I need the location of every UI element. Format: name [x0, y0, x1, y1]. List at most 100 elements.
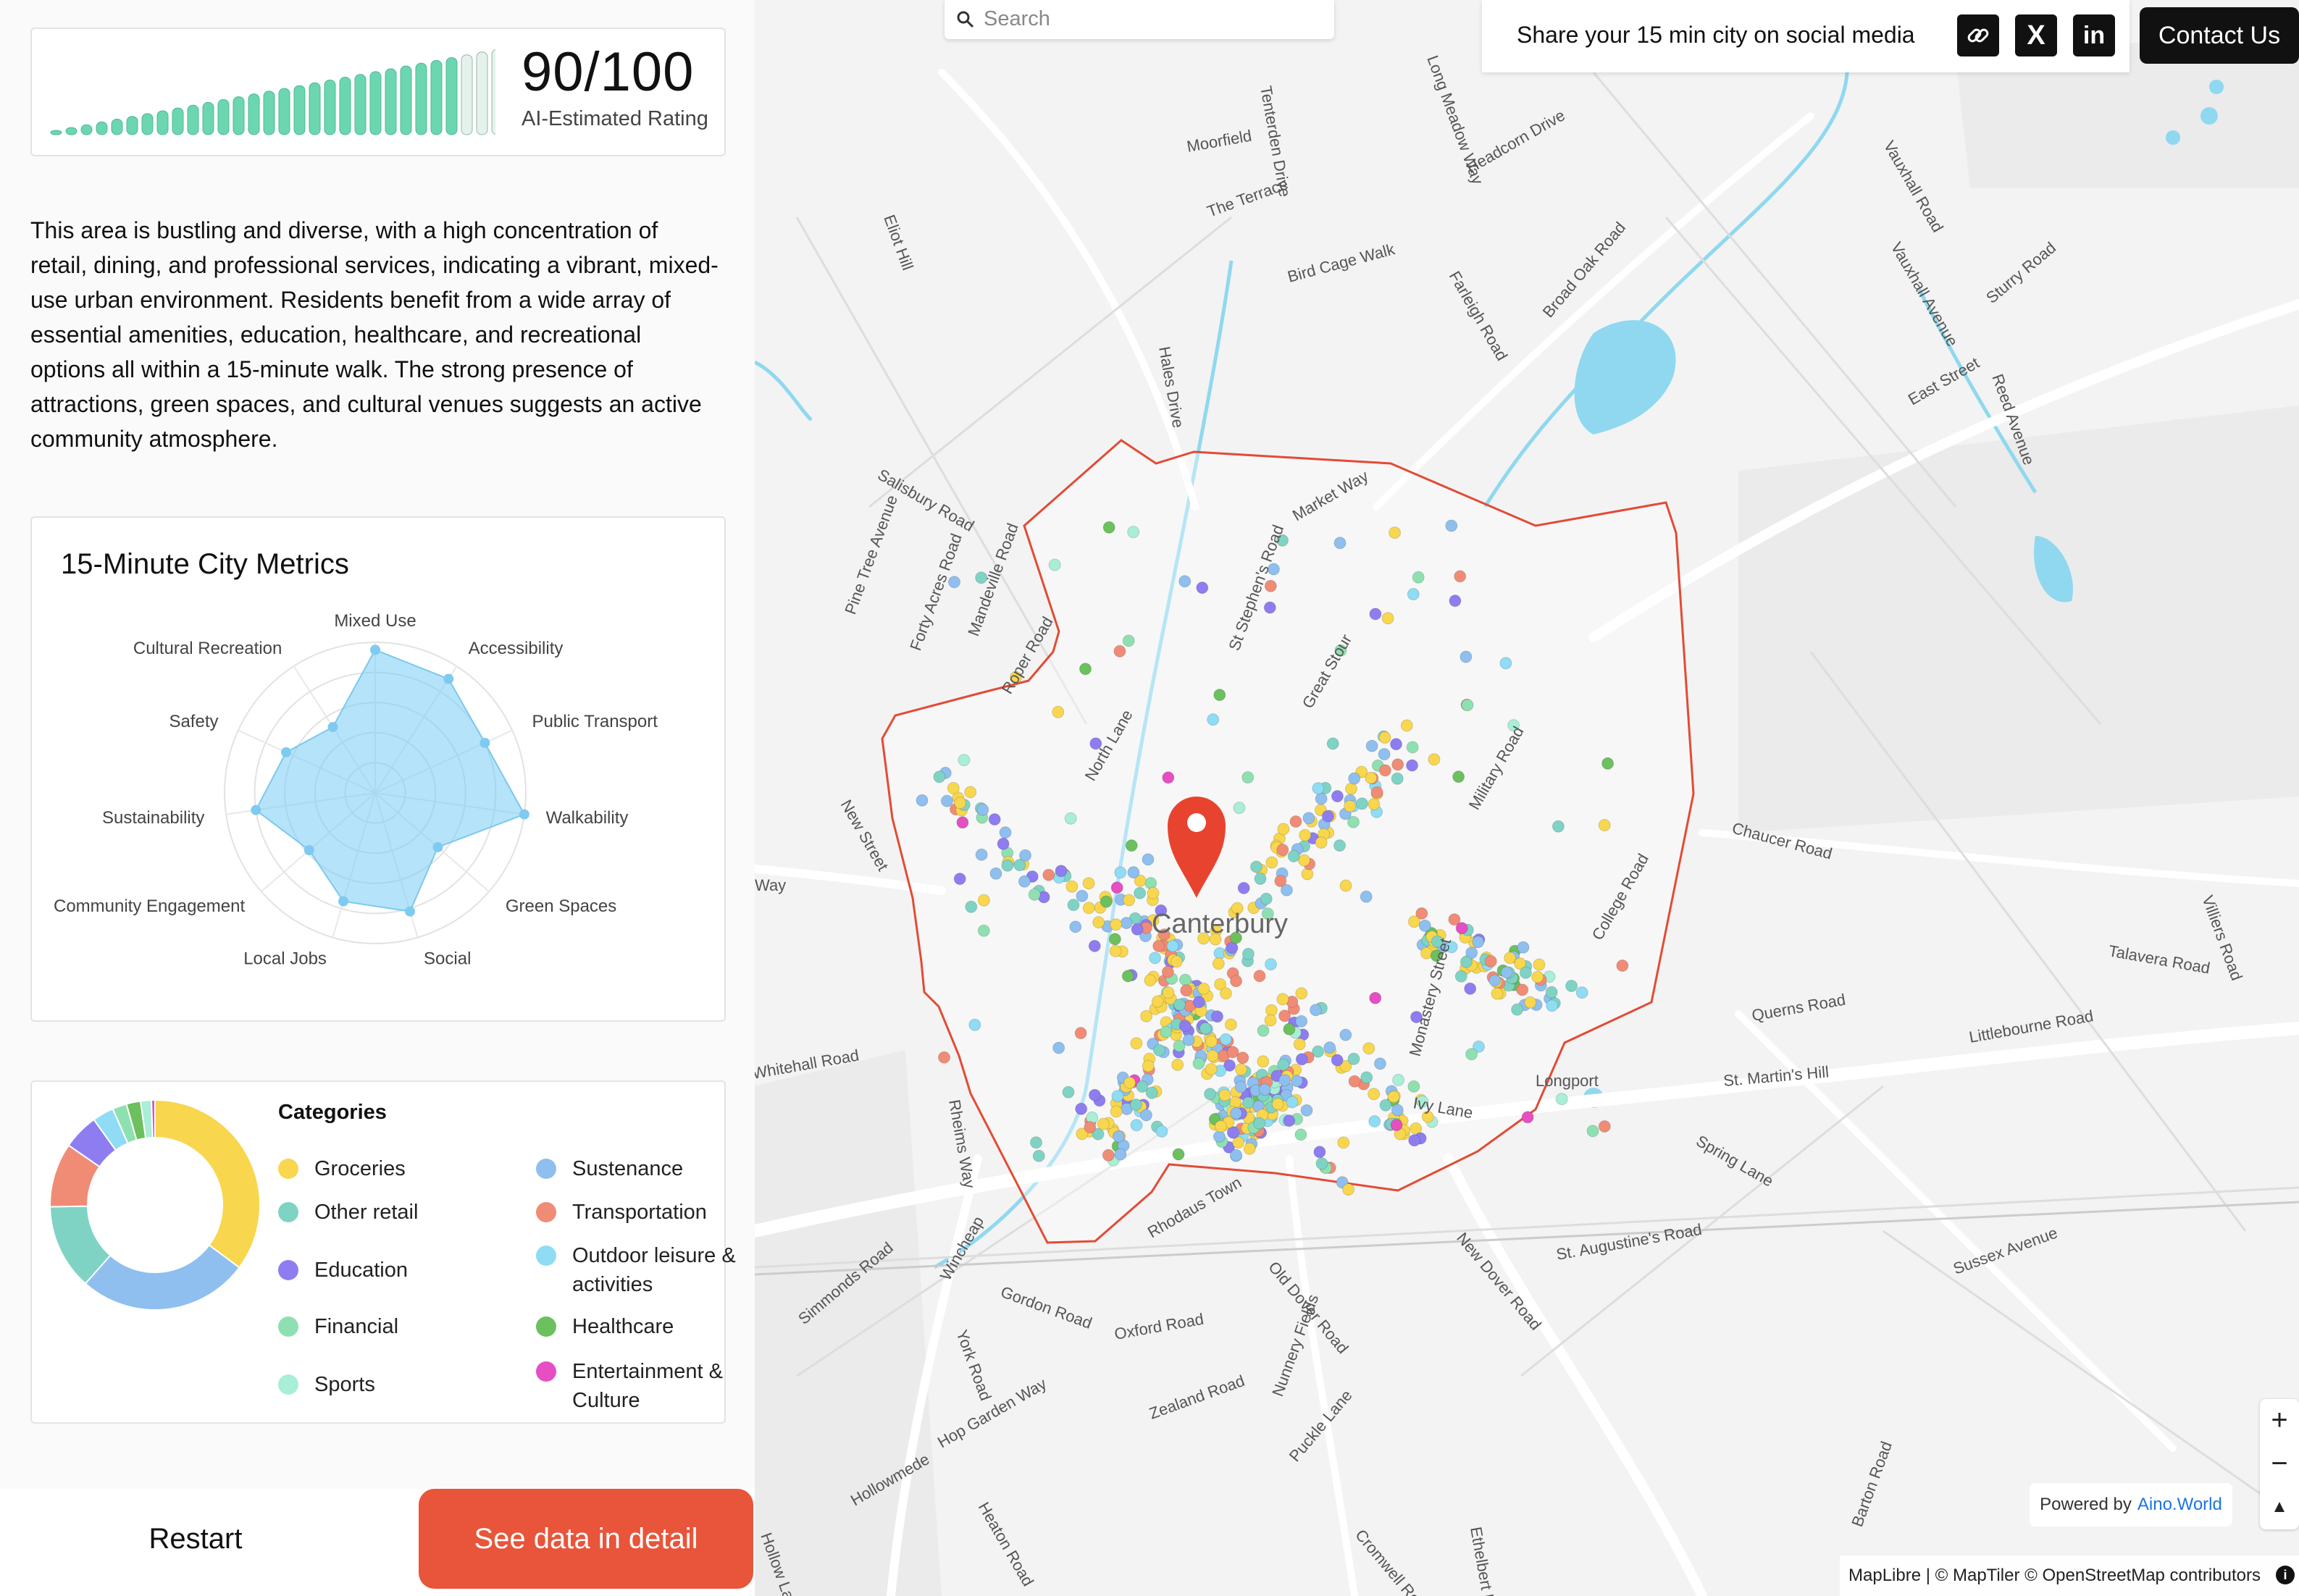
poi-marker[interactable]: [1531, 970, 1544, 983]
poi-marker[interactable]: [1449, 595, 1462, 608]
poi-marker[interactable]: [1373, 1057, 1386, 1070]
poi-marker[interactable]: [1360, 1071, 1373, 1084]
poi-marker[interactable]: [1196, 581, 1209, 595]
poi-marker[interactable]: [988, 813, 1001, 826]
poi-marker[interactable]: [1390, 1119, 1403, 1132]
poi-marker[interactable]: [1253, 970, 1266, 983]
poi-marker[interactable]: [1129, 1099, 1142, 1111]
poi-marker[interactable]: [1127, 526, 1140, 539]
poi-marker[interactable]: [1205, 1035, 1218, 1048]
poi-marker[interactable]: [1551, 820, 1565, 833]
restart-button[interactable]: Restart: [0, 1489, 391, 1589]
poi-marker[interactable]: [1293, 1038, 1306, 1051]
poi-marker[interactable]: [1076, 889, 1089, 902]
poi-marker[interactable]: [1598, 1120, 1611, 1133]
poi-marker[interactable]: [1315, 1157, 1328, 1170]
poi-marker[interactable]: [1391, 758, 1404, 771]
share-x-button[interactable]: X: [2015, 14, 2057, 56]
poi-marker[interactable]: [1237, 881, 1250, 894]
poi-marker[interactable]: [1074, 1027, 1087, 1040]
poi-marker[interactable]: [1369, 608, 1382, 621]
poi-marker[interactable]: [1235, 1063, 1247, 1076]
poi-marker[interactable]: [1131, 923, 1144, 936]
poi-marker[interactable]: [1230, 975, 1242, 988]
poi-marker[interactable]: [1079, 663, 1092, 676]
poi-marker[interactable]: [1347, 1052, 1360, 1065]
poi-marker[interactable]: [1206, 1049, 1219, 1062]
poi-marker[interactable]: [956, 816, 969, 829]
poi-marker[interactable]: [1337, 1136, 1350, 1149]
poi-marker[interactable]: [1500, 966, 1513, 979]
poi-marker[interactable]: [1100, 895, 1113, 908]
poi-marker[interactable]: [1331, 1054, 1344, 1067]
poi-marker[interactable]: [1390, 738, 1402, 751]
poi-marker[interactable]: [1162, 986, 1175, 999]
poi-marker[interactable]: [1271, 1098, 1284, 1111]
poi-marker[interactable]: [1122, 634, 1135, 647]
poi-marker[interactable]: [1166, 939, 1179, 952]
poi-marker[interactable]: [1180, 984, 1193, 997]
poi-marker[interactable]: [965, 900, 978, 913]
compass-button[interactable]: ▲: [2260, 1486, 2299, 1528]
poi-marker[interactable]: [1241, 947, 1255, 960]
poi-marker[interactable]: [1241, 771, 1255, 784]
powered-by-link[interactable]: Aino.World: [2137, 1495, 2222, 1515]
poi-marker[interactable]: [1199, 1022, 1212, 1035]
poi-marker[interactable]: [1339, 1028, 1352, 1041]
poi-marker[interactable]: [1333, 537, 1347, 550]
poi-marker[interactable]: [1460, 650, 1473, 663]
poi-marker[interactable]: [1400, 719, 1413, 732]
poi-marker[interactable]: [1370, 786, 1383, 799]
poi-marker[interactable]: [1378, 764, 1391, 777]
poi-marker[interactable]: [1391, 1104, 1404, 1117]
poi-marker[interactable]: [1265, 856, 1278, 869]
poi-marker[interactable]: [1263, 601, 1276, 614]
poi-marker[interactable]: [1407, 915, 1420, 928]
poi-marker[interactable]: [1276, 993, 1289, 1006]
poi-marker[interactable]: [1110, 918, 1123, 931]
poi-marker[interactable]: [1162, 771, 1175, 784]
poi-marker[interactable]: [1230, 1148, 1242, 1162]
poi-marker[interactable]: [1362, 1042, 1375, 1055]
poi-marker[interactable]: [1182, 1033, 1195, 1046]
poi-marker[interactable]: [1519, 966, 1532, 979]
poi-marker[interactable]: [1300, 1104, 1313, 1117]
poi-marker[interactable]: [1042, 868, 1055, 881]
poi-marker[interactable]: [1484, 955, 1497, 967]
poi-marker[interactable]: [1151, 995, 1164, 1008]
poi-marker[interactable]: [1088, 939, 1101, 952]
poi-marker[interactable]: [1171, 1059, 1184, 1071]
poi-marker[interactable]: [1454, 570, 1467, 583]
poi-marker[interactable]: [1052, 705, 1065, 718]
poi-marker[interactable]: [1062, 1085, 1075, 1099]
poi-marker[interactable]: [1234, 1080, 1247, 1093]
poi-marker[interactable]: [1345, 782, 1357, 795]
poi-marker[interactable]: [1298, 854, 1310, 867]
poi-marker[interactable]: [1445, 519, 1458, 532]
poi-marker[interactable]: [1149, 952, 1162, 965]
poi-marker[interactable]: [1524, 996, 1537, 1009]
poi-marker[interactable]: [1368, 798, 1381, 810]
poi-marker[interactable]: [1276, 844, 1289, 857]
poi-marker[interactable]: [1142, 853, 1155, 866]
poi-marker[interactable]: [1113, 644, 1126, 658]
poi-marker[interactable]: [1333, 839, 1346, 852]
poi-marker[interactable]: [1287, 849, 1300, 862]
poi-marker[interactable]: [1455, 922, 1468, 935]
copy-link-button[interactable]: [1957, 14, 1999, 56]
poi-marker[interactable]: [1360, 890, 1373, 903]
poi-marker[interactable]: [1212, 957, 1225, 970]
poi-marker[interactable]: [1356, 797, 1368, 810]
poi-marker[interactable]: [1491, 987, 1504, 1000]
poi-marker[interactable]: [1130, 1037, 1143, 1050]
poi-marker[interactable]: [1144, 974, 1157, 987]
poi-marker[interactable]: [1147, 886, 1160, 899]
poi-marker[interactable]: [1321, 810, 1334, 823]
powered-by-badge[interactable]: Powered by Aino.World: [2030, 1483, 2232, 1526]
poi-marker[interactable]: [1295, 1015, 1308, 1028]
poi-marker[interactable]: [1142, 1059, 1155, 1072]
poi-marker[interactable]: [1280, 883, 1293, 896]
poi-marker[interactable]: [1315, 792, 1328, 805]
poi-marker[interactable]: [1278, 1074, 1291, 1087]
poi-marker[interactable]: [1089, 1088, 1101, 1101]
